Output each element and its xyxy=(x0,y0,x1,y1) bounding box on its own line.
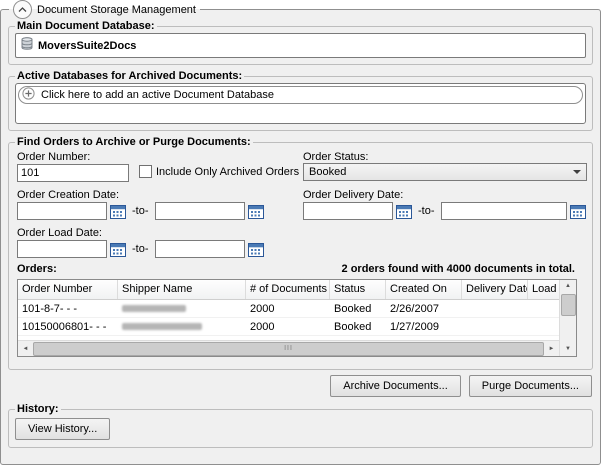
calendar-icon xyxy=(248,204,264,219)
calendar-icon xyxy=(110,242,126,257)
view-history-button[interactable]: View History... xyxy=(15,418,110,440)
orders-summary: 2 orders found with 4000 documents in to… xyxy=(342,263,575,275)
purge-documents-button[interactable]: Purge Documents... xyxy=(469,375,592,397)
document-storage-management-panel: Document Storage Management Main Documen… xyxy=(0,0,601,465)
order-number-input[interactable] xyxy=(17,164,129,182)
to-label: -to- xyxy=(132,243,149,255)
load-date-label: Order Load Date: xyxy=(17,227,102,239)
creation-date-label: Order Creation Date: xyxy=(17,189,119,201)
delivery-from-calendar-button[interactable] xyxy=(395,202,413,220)
scroll-down-arrow-icon[interactable]: ▼ xyxy=(560,343,576,356)
chevron-up-icon xyxy=(18,7,27,13)
orders-table: Order NumberShipper Name# of DocumentsSt… xyxy=(17,279,577,357)
table-cell: Booked xyxy=(330,303,386,315)
archived-databases-label: Active Databases for Archived Documents: xyxy=(15,70,244,82)
creation-from-calendar-button[interactable] xyxy=(109,202,127,220)
order-number-label: Order Number: xyxy=(17,151,90,163)
load-date-from-input[interactable] xyxy=(17,240,107,258)
find-orders-group: Find Orders to Archive or Purge Document… xyxy=(8,136,593,370)
add-database-prompt: Click here to add an active Document Dat… xyxy=(41,89,274,101)
table-cell: 1/27/2009 xyxy=(386,321,462,333)
column-header[interactable]: # of Documents xyxy=(246,280,330,299)
creation-to-calendar-button[interactable] xyxy=(247,202,265,220)
column-header[interactable]: Shipper Name xyxy=(118,280,246,299)
checkbox-box-icon xyxy=(139,165,152,178)
delivery-to-calendar-button[interactable] xyxy=(569,202,587,220)
order-status-value: Booked xyxy=(309,166,346,178)
history-group: History: View History... xyxy=(8,403,593,448)
order-status-label: Order Status: xyxy=(303,151,368,163)
creation-date-from-input[interactable] xyxy=(17,202,107,220)
scrollbar-gripper-icon: III xyxy=(284,345,293,352)
table-cell: 101-8-7- - - xyxy=(18,303,118,315)
document-storage-management-window: Document Storage Management Main Documen… xyxy=(0,0,601,465)
load-to-calendar-button[interactable] xyxy=(247,240,265,258)
horizontal-scrollbar[interactable]: ◄ III ► xyxy=(18,340,559,356)
table-row[interactable]: 101-8-7- - - 2000Booked2/26/2007 xyxy=(18,300,559,318)
table-row[interactable]: 10150006801- - - 2000Booked1/27/2009 xyxy=(18,318,559,336)
table-cell: 2000 xyxy=(246,303,330,315)
chevron-down-icon xyxy=(573,170,581,174)
panel-title: Document Storage Management xyxy=(37,4,196,16)
scroll-right-arrow-icon[interactable]: ► xyxy=(544,346,559,352)
find-orders-label: Find Orders to Archive or Purge Document… xyxy=(15,136,253,148)
load-date-to-input[interactable] xyxy=(155,240,245,258)
calendar-icon xyxy=(110,204,126,219)
scroll-up-arrow-icon[interactable]: ▲ xyxy=(560,280,576,293)
table-cell: 2000 xyxy=(246,321,330,333)
vertical-scrollbar-thumb[interactable] xyxy=(561,294,576,316)
archived-databases-list: Click here to add an active Document Dat… xyxy=(15,83,586,124)
orders-label: Orders: xyxy=(17,263,57,275)
table-cell: 2/26/2007 xyxy=(386,303,462,315)
table-cell: 10150006801- - - xyxy=(18,321,118,333)
table-cell: Booked xyxy=(330,321,386,333)
creation-date-to-input[interactable] xyxy=(155,202,245,220)
include-archived-checkbox-label: Include Only Archived Orders xyxy=(156,166,299,178)
delivery-date-to-input[interactable] xyxy=(441,202,567,220)
calendar-icon xyxy=(396,204,412,219)
main-database-name: MoversSuite2Docs xyxy=(38,40,136,52)
horizontal-scrollbar-thumb[interactable]: III xyxy=(33,342,544,356)
calendar-icon xyxy=(570,204,586,219)
include-archived-checkbox[interactable]: Include Only Archived Orders xyxy=(139,165,299,178)
delivery-date-from-input[interactable] xyxy=(303,202,393,220)
calendar-icon xyxy=(248,242,264,257)
archived-databases-group: Active Databases for Archived Documents:… xyxy=(8,70,593,131)
scroll-left-arrow-icon[interactable]: ◄ xyxy=(18,346,33,352)
to-label: -to- xyxy=(418,205,435,217)
load-from-calendar-button[interactable] xyxy=(109,240,127,258)
database-icon xyxy=(21,37,33,55)
redacted-text xyxy=(122,305,186,312)
collapse-expander-button[interactable] xyxy=(13,0,32,19)
column-header[interactable]: Delivery Date xyxy=(462,280,528,299)
shipper-name-redacted xyxy=(118,321,246,333)
to-label: -to- xyxy=(132,205,149,217)
redacted-text xyxy=(122,323,202,330)
plus-icon xyxy=(22,87,35,103)
column-header[interactable]: Status xyxy=(330,280,386,299)
history-label: History: xyxy=(15,403,61,415)
column-header[interactable]: Created On xyxy=(386,280,462,299)
vertical-scrollbar[interactable]: ▲ ▼ xyxy=(559,280,576,356)
main-database-group: Main Document Database: MoversSuite2Docs xyxy=(8,20,593,65)
column-header[interactable]: Order Number xyxy=(18,280,118,299)
column-header[interactable]: Load Date xyxy=(528,280,559,299)
archive-documents-button[interactable]: Archive Documents... xyxy=(330,375,461,397)
shipper-name-redacted xyxy=(118,303,246,315)
delivery-date-label: Order Delivery Date: xyxy=(303,189,403,201)
main-database-item[interactable]: MoversSuite2Docs xyxy=(15,33,586,58)
main-database-label: Main Document Database: xyxy=(15,20,157,32)
order-status-select[interactable]: Booked xyxy=(303,163,587,181)
add-database-row[interactable]: Click here to add an active Document Dat… xyxy=(18,86,583,104)
